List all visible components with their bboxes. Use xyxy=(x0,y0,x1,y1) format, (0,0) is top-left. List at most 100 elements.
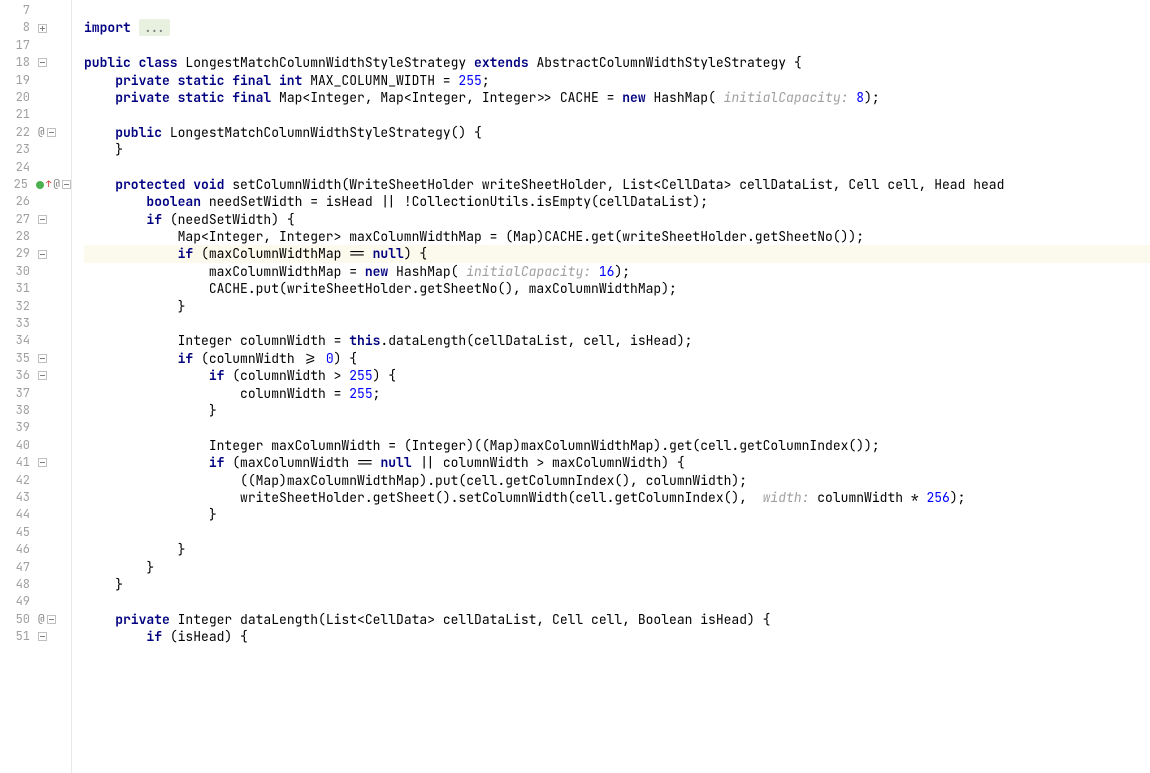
gutter-row[interactable]: 49 xyxy=(0,593,71,610)
code-line[interactable]: if (maxColumnWidth == null || columnWidt… xyxy=(84,454,1150,471)
fold-collapse-icon[interactable] xyxy=(38,354,47,363)
gutter-row[interactable]: 33 xyxy=(0,315,71,332)
gutter-marks xyxy=(36,354,71,363)
code-line[interactable]: } xyxy=(84,559,1150,576)
gutter-row[interactable]: 27 xyxy=(0,211,71,228)
code-line[interactable] xyxy=(84,593,1150,610)
gutter-row[interactable]: 50@ xyxy=(0,611,71,628)
code-line[interactable] xyxy=(84,524,1150,541)
line-number: 22 xyxy=(0,124,36,141)
gutter-marks xyxy=(36,215,71,224)
gutter-row[interactable]: 26 xyxy=(0,193,71,210)
line-number: 27 xyxy=(0,211,36,228)
code-line[interactable]: } xyxy=(84,576,1150,593)
line-number: 20 xyxy=(0,89,36,106)
gutter-row[interactable]: 32 xyxy=(0,298,71,315)
code-line[interactable]: import ... xyxy=(84,19,1150,36)
gutter-row[interactable]: 37 xyxy=(0,385,71,402)
gutter-row[interactable]: 38 xyxy=(0,402,71,419)
fold-collapse-icon[interactable] xyxy=(47,615,56,624)
code-line[interactable] xyxy=(84,106,1150,123)
gutter-row[interactable]: 41 xyxy=(0,454,71,471)
gutter-row[interactable]: 36 xyxy=(0,367,71,384)
fold-collapse-icon[interactable] xyxy=(47,128,56,137)
code-line[interactable] xyxy=(84,419,1150,436)
code-line[interactable] xyxy=(84,37,1150,54)
code-line[interactable] xyxy=(84,315,1150,332)
code-line[interactable] xyxy=(84,159,1150,176)
code-line[interactable] xyxy=(84,2,1150,19)
gutter-row[interactable]: 24 xyxy=(0,159,71,176)
code-line[interactable]: if (isHead) { xyxy=(84,628,1150,645)
code-line[interactable]: Integer columnWidth = this.dataLength(ce… xyxy=(84,332,1150,349)
gutter-row[interactable]: 48 xyxy=(0,576,71,593)
code-line[interactable]: } xyxy=(84,141,1150,158)
fold-collapse-icon[interactable] xyxy=(38,458,47,467)
code-area[interactable]: import ... public class LongestMatchColum… xyxy=(72,0,1150,773)
code-line[interactable]: ((Map)maxColumnWidthMap).put(cell.getCol… xyxy=(84,472,1150,489)
gutter-row[interactable]: 8 xyxy=(0,19,71,36)
code-line[interactable]: Integer maxColumnWidth = (Integer)((Map)… xyxy=(84,437,1150,454)
override-icon[interactable]: @ xyxy=(53,176,60,193)
gutter-row[interactable]: 47 xyxy=(0,559,71,576)
code-line[interactable]: if (needSetWidth) { xyxy=(84,211,1150,228)
code-line[interactable]: if (columnWidth >= 0) { xyxy=(84,350,1150,367)
fold-collapse-icon[interactable] xyxy=(62,180,71,189)
gutter-marks xyxy=(36,371,71,380)
gutter-row[interactable]: 18 xyxy=(0,54,71,71)
line-number: 8 xyxy=(0,19,36,36)
gutter-row[interactable]: 34 xyxy=(0,332,71,349)
gutter-row[interactable]: 29 xyxy=(0,245,71,262)
breakpoint-icon[interactable] xyxy=(36,181,44,189)
gutter-row[interactable]: 43 xyxy=(0,489,71,506)
code-line[interactable]: if (columnWidth > 255) { xyxy=(84,367,1150,384)
gutter-row[interactable]: 42 xyxy=(0,472,71,489)
code-line[interactable]: public class LongestMatchColumnWidthStyl… xyxy=(84,54,1150,71)
code-line[interactable]: } xyxy=(84,541,1150,558)
gutter-row[interactable]: 7 xyxy=(0,2,71,19)
code-line[interactable]: } xyxy=(84,506,1150,523)
code-line[interactable]: public LongestMatchColumnWidthStyleStrat… xyxy=(84,124,1150,141)
gutter-row[interactable]: 28 xyxy=(0,228,71,245)
gutter-row[interactable]: 25↑@ xyxy=(0,176,71,193)
fold-collapse-icon[interactable] xyxy=(38,215,47,224)
gutter-row[interactable]: 23 xyxy=(0,141,71,158)
gutter-row[interactable]: 20 xyxy=(0,89,71,106)
code-line[interactable]: } xyxy=(84,298,1150,315)
override-up-icon[interactable]: ↑ xyxy=(46,176,51,193)
code-line[interactable]: columnWidth = 255; xyxy=(84,385,1150,402)
override-icon[interactable]: @ xyxy=(38,124,45,141)
gutter-row[interactable]: 30 xyxy=(0,263,71,280)
code-line[interactable]: private static final int MAX_COLUMN_WIDT… xyxy=(84,72,1150,89)
gutter-row[interactable]: 22@ xyxy=(0,124,71,141)
code-line[interactable]: private static final Map<Integer, Map<In… xyxy=(84,89,1150,106)
gutter-row[interactable]: 31 xyxy=(0,280,71,297)
gutter-row[interactable]: 46 xyxy=(0,541,71,558)
gutter-row[interactable]: 17 xyxy=(0,37,71,54)
gutter-row[interactable]: 21 xyxy=(0,106,71,123)
override-icon[interactable]: @ xyxy=(38,611,45,628)
gutter-row[interactable]: 39 xyxy=(0,419,71,436)
fold-collapse-icon[interactable] xyxy=(38,632,47,641)
gutter-row[interactable]: 19 xyxy=(0,72,71,89)
code-line[interactable]: } xyxy=(84,402,1150,419)
fold-collapse-icon[interactable] xyxy=(38,250,47,259)
gutter-row[interactable]: 40 xyxy=(0,437,71,454)
code-line[interactable]: maxColumnWidthMap = new HashMap( initial… xyxy=(84,263,1150,280)
gutter-row[interactable]: 44 xyxy=(0,506,71,523)
code-line[interactable]: boolean needSetWidth = isHead || !Collec… xyxy=(84,193,1150,210)
gutter-marks xyxy=(36,632,71,641)
code-line[interactable]: if (maxColumnWidthMap == null) { xyxy=(84,245,1150,262)
gutter-row[interactable]: 51 xyxy=(0,628,71,645)
code-line[interactable]: private Integer dataLength(List<CellData… xyxy=(84,611,1150,628)
fold-collapse-icon[interactable] xyxy=(38,58,47,67)
line-number: 30 xyxy=(0,263,36,280)
code-line[interactable]: writeSheetHolder.getSheet().setColumnWid… xyxy=(84,489,1150,506)
gutter-row[interactable]: 35 xyxy=(0,350,71,367)
code-line[interactable]: protected void setColumnWidth(WriteSheet… xyxy=(84,176,1150,193)
fold-collapse-icon[interactable] xyxy=(38,371,47,380)
code-line[interactable]: CACHE.put(writeSheetHolder.getSheetNo(),… xyxy=(84,280,1150,297)
code-line[interactable]: Map<Integer, Integer> maxColumnWidthMap … xyxy=(84,228,1150,245)
gutter-row[interactable]: 45 xyxy=(0,524,71,541)
fold-expand-icon[interactable] xyxy=(38,24,47,33)
